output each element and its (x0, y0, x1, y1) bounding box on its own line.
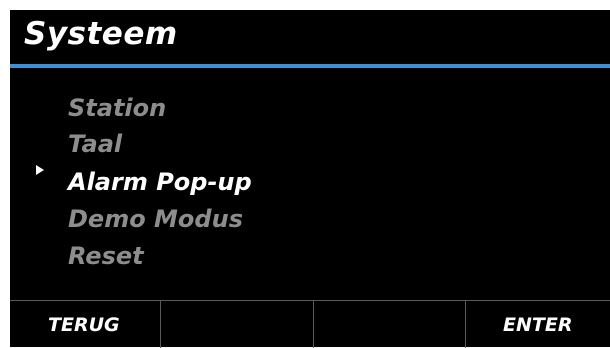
title-bar: Systeem (10, 10, 610, 68)
back-button[interactable]: TERUG (48, 301, 198, 348)
softkey-divider (313, 301, 314, 348)
menu-item-taal[interactable]: Taal (68, 130, 122, 162)
menu-item-demo-modus[interactable]: Demo Modus (68, 205, 243, 237)
enter-button[interactable]: ENTER (503, 301, 610, 348)
selection-pointer-icon (36, 165, 44, 175)
softkey-divider (160, 301, 161, 348)
softkey-divider (465, 301, 466, 348)
menu-item-reset[interactable]: Reset (68, 242, 144, 274)
device-screen: Systeem Station Taal Alarm Pop-up Demo M… (10, 10, 610, 348)
page-title: Systeem (24, 16, 178, 52)
menu-item-station[interactable]: Station (68, 94, 166, 126)
menu-item-alarm-pop-up[interactable]: Alarm Pop-up (68, 168, 252, 200)
softkey-bar: TERUG ENTER (10, 300, 610, 348)
